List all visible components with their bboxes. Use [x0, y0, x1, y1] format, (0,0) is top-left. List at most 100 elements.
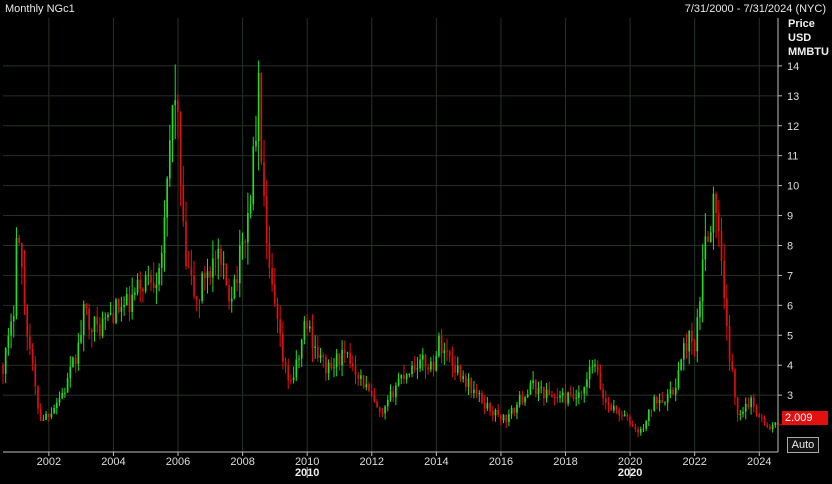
candle-body — [419, 359, 421, 369]
candle-body — [661, 400, 664, 404]
candle-body — [265, 196, 268, 243]
candle-body — [109, 313, 112, 315]
candle-body — [311, 326, 314, 348]
candle-body — [475, 389, 478, 394]
candle-body — [494, 410, 497, 416]
candle-body — [742, 411, 744, 414]
y-tick-label: 11 — [787, 151, 798, 163]
candle-body — [233, 279, 236, 299]
candle-body — [287, 365, 290, 381]
y-tick-label: 13 — [787, 91, 799, 103]
candle-body — [142, 288, 144, 292]
candle-body — [674, 387, 677, 395]
candle-body — [489, 403, 491, 412]
candle-body — [438, 335, 440, 357]
candle-body — [642, 428, 645, 430]
candle-body — [561, 392, 564, 396]
candle-body — [18, 237, 20, 243]
candle-body — [45, 413, 47, 420]
candle-body — [491, 411, 494, 416]
candle-body — [66, 378, 69, 393]
candle-body — [370, 390, 373, 396]
candle-body — [456, 365, 459, 373]
candle-body — [467, 378, 470, 387]
candle-body — [300, 339, 303, 359]
candle-body — [12, 315, 15, 322]
candle-body — [171, 105, 174, 141]
candle-body — [263, 162, 265, 197]
candle-body — [462, 376, 464, 380]
candle-body — [497, 410, 499, 416]
candle-body — [128, 293, 131, 313]
candle-body — [284, 362, 287, 366]
candle-body — [21, 242, 23, 268]
candle-body — [373, 395, 376, 402]
candle-body — [107, 314, 109, 318]
candle-body — [392, 391, 395, 398]
y-tick-label: 12 — [787, 121, 799, 133]
candle-body — [123, 305, 125, 307]
candle-body — [771, 425, 774, 430]
candle-body — [99, 324, 101, 336]
x-tick-label: 2014 — [424, 456, 448, 468]
candle-body — [77, 342, 80, 364]
candle-body — [621, 415, 623, 417]
candle-body — [160, 252, 163, 268]
candle-body — [101, 318, 104, 336]
candle-body — [338, 353, 341, 366]
candle-body — [680, 359, 682, 370]
candle-body — [731, 361, 734, 370]
auto-scale-button[interactable]: Auto — [787, 437, 819, 453]
candle-body — [774, 422, 777, 426]
candle-body — [306, 321, 308, 329]
candle-body — [360, 375, 362, 379]
candle-body — [169, 140, 171, 179]
candle-body — [559, 395, 561, 398]
candle-body — [532, 380, 534, 384]
candle-body — [610, 404, 612, 411]
candle-body — [82, 303, 85, 336]
candle-body — [346, 352, 349, 354]
candle-body — [758, 413, 760, 418]
candle-body — [39, 408, 42, 421]
candle-body — [769, 426, 771, 430]
candle-body — [524, 397, 526, 403]
candle-body — [712, 193, 715, 233]
candle-body — [540, 386, 543, 388]
candle-body — [666, 394, 669, 403]
candle-body — [701, 259, 704, 302]
candle-body — [303, 321, 306, 340]
candle-body — [74, 357, 77, 364]
candle-body — [502, 414, 505, 421]
candle-body — [470, 378, 473, 393]
candle-body — [572, 393, 575, 399]
candle-body — [534, 380, 537, 395]
candle-body — [602, 389, 604, 399]
axes: 3 4 5 6 7 8 9 10 11 12 13 14 2002 2004 2006 2008 2010 201… — [3, 18, 799, 479]
candle-body — [152, 282, 155, 289]
candle-body — [386, 400, 389, 407]
candle-body — [424, 354, 427, 368]
candle-body — [717, 213, 720, 231]
candle-body — [669, 389, 672, 395]
candle-body — [516, 404, 518, 413]
candle-body — [728, 326, 731, 362]
candle-body — [255, 140, 257, 147]
candle-body — [177, 100, 179, 112]
candle-body — [212, 258, 214, 278]
candle-body — [682, 343, 685, 360]
candle-body — [144, 275, 147, 292]
candle-body — [201, 273, 203, 302]
candle-body — [163, 217, 166, 253]
candle-body — [510, 408, 513, 415]
candle-body — [55, 402, 58, 409]
chart-title: Monthly NGc1 — [5, 3, 75, 15]
candle-body — [578, 392, 580, 398]
candle-body — [166, 178, 168, 218]
candle-body — [513, 408, 516, 413]
candle-body — [518, 395, 521, 405]
candle-body — [335, 353, 338, 368]
candle-body — [583, 387, 586, 394]
candle-body — [656, 396, 658, 404]
candle-body — [604, 398, 607, 403]
